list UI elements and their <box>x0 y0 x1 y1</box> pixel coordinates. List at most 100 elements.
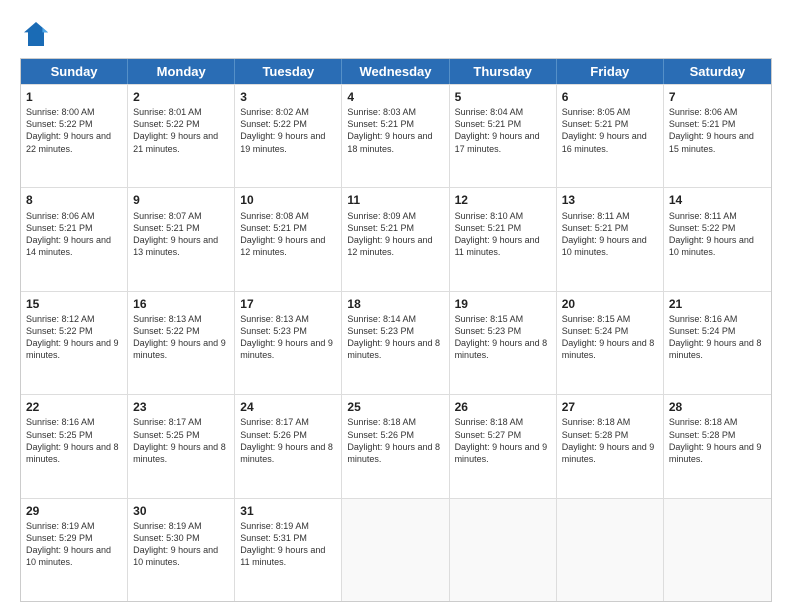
day-number: 11 <box>347 192 443 208</box>
calendar-week: 8Sunrise: 8:06 AM Sunset: 5:21 PM Daylig… <box>21 187 771 290</box>
calendar-week: 22Sunrise: 8:16 AM Sunset: 5:25 PM Dayli… <box>21 394 771 497</box>
day-info: Sunrise: 8:13 AM Sunset: 5:23 PM Dayligh… <box>240 313 336 362</box>
calendar-cell: 18Sunrise: 8:14 AM Sunset: 5:23 PM Dayli… <box>342 292 449 394</box>
day-number: 12 <box>455 192 551 208</box>
day-info: Sunrise: 8:07 AM Sunset: 5:21 PM Dayligh… <box>133 210 229 259</box>
day-info: Sunrise: 8:18 AM Sunset: 5:28 PM Dayligh… <box>562 416 658 465</box>
day-info: Sunrise: 8:02 AM Sunset: 5:22 PM Dayligh… <box>240 106 336 155</box>
calendar-day-header: Thursday <box>450 59 557 84</box>
day-number: 17 <box>240 296 336 312</box>
calendar-cell: 12 Sunrise: 8:10 AM Sunset: 5:21 PM Dayli… <box>450 188 557 290</box>
day-info: Sunrise: 8:04 AM Sunset: 5:21 PM Dayligh… <box>455 106 551 155</box>
calendar-cell: 2Sunrise: 8:01 AM Sunset: 5:22 PM Daylig… <box>128 85 235 187</box>
day-info: Sunrise: 8:18 AM Sunset: 5:26 PM Dayligh… <box>347 416 443 465</box>
calendar-body: 1Sunrise: 8:00 AM Sunset: 5:22 PM Daylig… <box>21 84 771 601</box>
calendar-cell <box>342 499 449 601</box>
calendar-cell: 14 Sunrise: 8:11 AM Sunset: 5:22 PM Dayli… <box>664 188 771 290</box>
calendar-cell: 3Sunrise: 8:02 AM Sunset: 5:22 PM Daylig… <box>235 85 342 187</box>
calendar-cell: 30Sunrise: 8:19 AM Sunset: 5:30 PM Dayli… <box>128 499 235 601</box>
day-info: Sunrise: 8:17 AM Sunset: 5:25 PM Dayligh… <box>133 416 229 465</box>
calendar-cell: 13 Sunrise: 8:11 AM Sunset: 5:21 PM Dayli… <box>557 188 664 290</box>
day-info: Sunrise: 8:16 AM Sunset: 5:24 PM Dayligh… <box>669 313 766 362</box>
day-info: Sunrise: 8:15 AM Sunset: 5:24 PM Dayligh… <box>562 313 658 362</box>
day-number: 18 <box>347 296 443 312</box>
calendar-day-header: Monday <box>128 59 235 84</box>
day-number: 13 <box>562 192 658 208</box>
day-number: 6 <box>562 89 658 105</box>
calendar-day-header: Sunday <box>21 59 128 84</box>
day-number: 22 <box>26 399 122 415</box>
day-number: 29 <box>26 503 122 519</box>
day-number: 31 <box>240 503 336 519</box>
day-info: Sunrise: 8:12 AM Sunset: 5:22 PM Dayligh… <box>26 313 122 362</box>
day-info: Sunrise: 8:11 AM Sunset: 5:22 PM Dayligh… <box>669 210 766 259</box>
calendar-day-header: Saturday <box>664 59 771 84</box>
calendar-cell: 25Sunrise: 8:18 AM Sunset: 5:26 PM Dayli… <box>342 395 449 497</box>
day-info: Sunrise: 8:18 AM Sunset: 5:28 PM Dayligh… <box>669 416 766 465</box>
calendar-week: 29Sunrise: 8:19 AM Sunset: 5:29 PM Dayli… <box>21 498 771 601</box>
calendar-cell: 22Sunrise: 8:16 AM Sunset: 5:25 PM Dayli… <box>21 395 128 497</box>
calendar-cell: 6Sunrise: 8:05 AM Sunset: 5:21 PM Daylig… <box>557 85 664 187</box>
calendar-cell: 8Sunrise: 8:06 AM Sunset: 5:21 PM Daylig… <box>21 188 128 290</box>
calendar-cell: 15Sunrise: 8:12 AM Sunset: 5:22 PM Dayli… <box>21 292 128 394</box>
day-number: 27 <box>562 399 658 415</box>
day-number: 15 <box>26 296 122 312</box>
calendar-cell: 4Sunrise: 8:03 AM Sunset: 5:21 PM Daylig… <box>342 85 449 187</box>
calendar-cell: 21Sunrise: 8:16 AM Sunset: 5:24 PM Dayli… <box>664 292 771 394</box>
day-info: Sunrise: 8:19 AM Sunset: 5:30 PM Dayligh… <box>133 520 229 569</box>
day-number: 28 <box>669 399 766 415</box>
calendar-cell: 1Sunrise: 8:00 AM Sunset: 5:22 PM Daylig… <box>21 85 128 187</box>
calendar-cell: 20Sunrise: 8:15 AM Sunset: 5:24 PM Dayli… <box>557 292 664 394</box>
day-info: Sunrise: 8:19 AM Sunset: 5:29 PM Dayligh… <box>26 520 122 569</box>
day-info: Sunrise: 8:06 AM Sunset: 5:21 PM Dayligh… <box>669 106 766 155</box>
calendar-cell: 28Sunrise: 8:18 AM Sunset: 5:28 PM Dayli… <box>664 395 771 497</box>
calendar-day-header: Wednesday <box>342 59 449 84</box>
calendar-week: 15Sunrise: 8:12 AM Sunset: 5:22 PM Dayli… <box>21 291 771 394</box>
calendar-header-row: SundayMondayTuesdayWednesdayThursdayFrid… <box>21 59 771 84</box>
day-number: 14 <box>669 192 766 208</box>
calendar-cell: 31Sunrise: 8:19 AM Sunset: 5:31 PM Dayli… <box>235 499 342 601</box>
calendar-cell: 7Sunrise: 8:06 AM Sunset: 5:21 PM Daylig… <box>664 85 771 187</box>
page: SundayMondayTuesdayWednesdayThursdayFrid… <box>0 0 792 612</box>
calendar-cell: 9Sunrise: 8:07 AM Sunset: 5:21 PM Daylig… <box>128 188 235 290</box>
calendar-week: 1Sunrise: 8:00 AM Sunset: 5:22 PM Daylig… <box>21 84 771 187</box>
header <box>20 18 772 50</box>
day-number: 23 <box>133 399 229 415</box>
calendar-day-header: Tuesday <box>235 59 342 84</box>
day-info: Sunrise: 8:11 AM Sunset: 5:21 PM Dayligh… <box>562 210 658 259</box>
day-info: Sunrise: 8:16 AM Sunset: 5:25 PM Dayligh… <box>26 416 122 465</box>
day-info: Sunrise: 8:18 AM Sunset: 5:27 PM Dayligh… <box>455 416 551 465</box>
day-info: Sunrise: 8:05 AM Sunset: 5:21 PM Dayligh… <box>562 106 658 155</box>
day-number: 21 <box>669 296 766 312</box>
day-number: 26 <box>455 399 551 415</box>
calendar-cell <box>557 499 664 601</box>
day-number: 1 <box>26 89 122 105</box>
day-info: Sunrise: 8:01 AM Sunset: 5:22 PM Dayligh… <box>133 106 229 155</box>
day-number: 20 <box>562 296 658 312</box>
calendar-cell: 11 Sunrise: 8:09 AM Sunset: 5:21 PM Dayli… <box>342 188 449 290</box>
day-info: Sunrise: 8:19 AM Sunset: 5:31 PM Dayligh… <box>240 520 336 569</box>
day-number: 5 <box>455 89 551 105</box>
logo-icon <box>20 18 52 50</box>
calendar-cell: 5Sunrise: 8:04 AM Sunset: 5:21 PM Daylig… <box>450 85 557 187</box>
day-number: 16 <box>133 296 229 312</box>
day-info: Sunrise: 8:17 AM Sunset: 5:26 PM Dayligh… <box>240 416 336 465</box>
calendar-cell: 10Sunrise: 8:08 AM Sunset: 5:21 PM Dayli… <box>235 188 342 290</box>
day-info: Sunrise: 8:09 AM Sunset: 5:21 PM Dayligh… <box>347 210 443 259</box>
logo <box>20 18 54 50</box>
calendar-cell: 26Sunrise: 8:18 AM Sunset: 5:27 PM Dayli… <box>450 395 557 497</box>
calendar-cell <box>450 499 557 601</box>
day-info: Sunrise: 8:00 AM Sunset: 5:22 PM Dayligh… <box>26 106 122 155</box>
day-info: Sunrise: 8:03 AM Sunset: 5:21 PM Dayligh… <box>347 106 443 155</box>
calendar-cell: 17Sunrise: 8:13 AM Sunset: 5:23 PM Dayli… <box>235 292 342 394</box>
calendar-cell <box>664 499 771 601</box>
day-number: 19 <box>455 296 551 312</box>
day-number: 2 <box>133 89 229 105</box>
day-number: 30 <box>133 503 229 519</box>
day-number: 4 <box>347 89 443 105</box>
calendar-cell: 19Sunrise: 8:15 AM Sunset: 5:23 PM Dayli… <box>450 292 557 394</box>
day-info: Sunrise: 8:10 AM Sunset: 5:21 PM Dayligh… <box>455 210 551 259</box>
day-number: 24 <box>240 399 336 415</box>
day-number: 10 <box>240 192 336 208</box>
calendar-day-header: Friday <box>557 59 664 84</box>
